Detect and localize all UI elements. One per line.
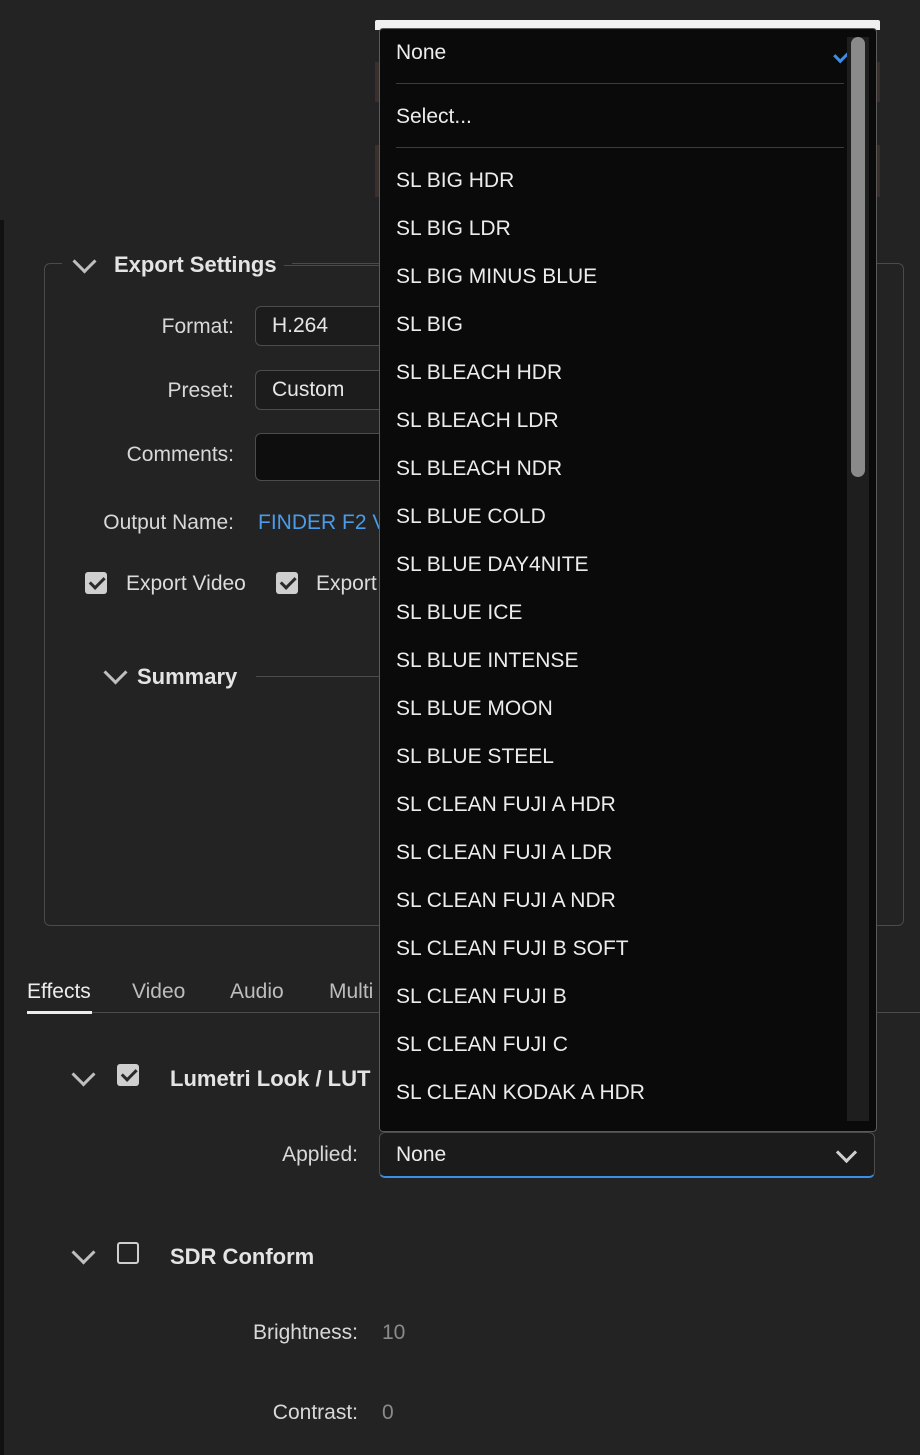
dropdown-option[interactable]: SL CLEAN FUJI C [396, 1033, 568, 1057]
dropdown-option[interactable]: SL BLUE ICE [396, 601, 522, 625]
lumetri-chevron-down-icon[interactable] [71, 1062, 96, 1087]
dropdown-option[interactable]: SL BLEACH HDR [396, 361, 562, 385]
dropdown-option[interactable]: SL CLEAN FUJI A NDR [396, 889, 616, 913]
divider [284, 265, 379, 266]
comments-label: Comments: [126, 443, 234, 466]
dropdown-option[interactable]: SL BIG HDR [396, 169, 514, 193]
export-audio-checkbox[interactable] [276, 572, 298, 594]
lumetri-title: Lumetri Look / LUT [170, 1066, 371, 1091]
dropdown-separator [396, 147, 844, 148]
dropdown-option[interactable]: SL CLEAN FUJI A LDR [396, 841, 612, 865]
scrollbar-thumb[interactable] [851, 37, 865, 477]
chevron-down-icon [835, 1141, 858, 1164]
sdr-conform-title: SDR Conform [170, 1244, 315, 1269]
dropdown-option[interactable]: SL CLEAN FUJI A HDR [396, 793, 616, 817]
lumetri-enable-checkbox[interactable] [117, 1064, 139, 1086]
output-name-label: Output Name: [103, 511, 234, 534]
tab-active-indicator [27, 1011, 92, 1014]
tab-multiplexer[interactable]: Multi [329, 980, 373, 1004]
tab-effects[interactable]: Effects [27, 980, 91, 1004]
brightness-value[interactable]: 10 [382, 1321, 405, 1345]
dropdown-option-select[interactable]: Select... [396, 105, 472, 129]
format-label: Format: [161, 315, 234, 338]
brightness-label: Brightness: [252, 1321, 358, 1344]
dropdown-option[interactable]: SL BLUE COLD [396, 505, 546, 529]
contrast-label: Contrast: [272, 1401, 358, 1424]
dropdown-option[interactable]: SL BIG [396, 313, 463, 337]
dropdown-option[interactable]: SL BLUE INTENSE [396, 649, 578, 673]
applied-label: Applied: [282, 1143, 358, 1166]
preset-label: Preset: [167, 379, 234, 402]
dropdown-separator [396, 83, 844, 84]
applied-lut-select[interactable]: None [379, 1132, 875, 1178]
contrast-value[interactable]: 0 [382, 1401, 394, 1425]
left-divider [0, 220, 4, 1455]
output-name-link[interactable]: FINDER F2 V [258, 511, 386, 535]
dropdown-scrollbar[interactable] [847, 37, 869, 1121]
dropdown-option[interactable]: SL BLUE STEEL [396, 745, 554, 769]
dropdown-option[interactable]: SL BLUE MOON [396, 697, 553, 721]
dropdown-option[interactable]: SL BIG MINUS BLUE [396, 265, 597, 289]
export-audio-label: Export [316, 572, 377, 595]
preset-value: Custom [272, 378, 345, 401]
dropdown-option[interactable]: SL BLEACH NDR [396, 457, 562, 481]
dropdown-option[interactable]: SL BLUE DAY4NITE [396, 553, 589, 577]
export-settings-title: Export Settings [114, 252, 277, 277]
dropdown-option-none[interactable]: None [396, 41, 446, 65]
dropdown-option[interactable]: SL BIG LDR [396, 217, 511, 241]
summary-divider [256, 676, 379, 677]
dropdown-option[interactable]: SL BLEACH LDR [396, 409, 559, 433]
export-video-label: Export Video [126, 572, 246, 595]
dropdown-option[interactable]: SL CLEAN KODAK A HDR [396, 1081, 645, 1105]
dropdown-option[interactable]: SL CLEAN FUJI B [396, 985, 567, 1009]
sdr-chevron-down-icon[interactable] [71, 1240, 96, 1265]
format-value: H.264 [272, 314, 329, 337]
tab-audio[interactable]: Audio [230, 980, 284, 1004]
applied-value: None [396, 1142, 447, 1166]
export-video-checkbox[interactable] [85, 572, 107, 594]
lut-dropdown-list[interactable]: None Select... SL BIG HDR SL BIG LDR SL BI… [379, 28, 877, 1132]
tab-video[interactable]: Video [132, 980, 185, 1004]
sdr-conform-checkbox[interactable] [117, 1242, 139, 1264]
dropdown-option[interactable]: SL CLEAN FUJI B SOFT [396, 937, 629, 961]
summary-title: Summary [137, 664, 238, 689]
